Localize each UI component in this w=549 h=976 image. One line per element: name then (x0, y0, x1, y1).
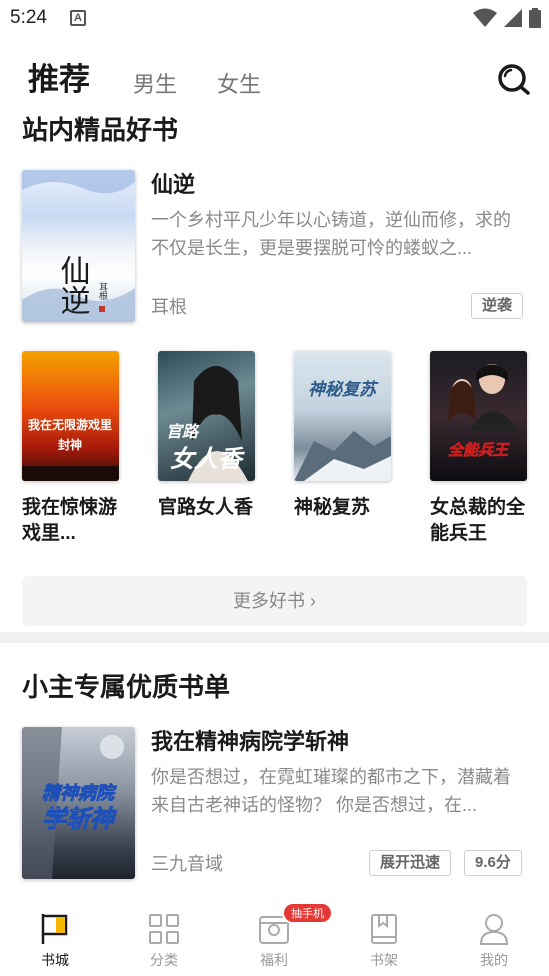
search-icon[interactable] (497, 62, 531, 96)
cover-title-text: 官路 (166, 422, 200, 441)
grid-book-cover-3[interactable]: 神秘复苏 (294, 351, 391, 481)
booklist-book-tag: 展开迅速 (369, 850, 452, 876)
booklist-book-title[interactable]: 我在精神病院学斩神 (151, 724, 349, 756)
battery-icon (529, 8, 541, 28)
nav-label-welfare: 福利 (260, 952, 288, 968)
cover-title-text: 神秘复苏 (308, 380, 379, 400)
bottom-nav: 书城 分类 福利 抽手机 书架 我的 (0, 900, 549, 976)
cover-title-text: 全能兵王 (448, 441, 510, 459)
featured-book-cover[interactable]: 仙逆 耳根 (22, 170, 135, 322)
section-title-featured: 站内精品好书 (22, 115, 179, 145)
nav-label-bookstore: 书城 (41, 952, 69, 968)
featured-book-author: 耳根 (151, 297, 187, 317)
grid-book-title-4[interactable]: 女总裁的全能兵王 (430, 495, 540, 547)
cover-title-text: 仙逆 (55, 255, 91, 315)
nav-label-bookshelf: 书架 (370, 952, 398, 968)
booklist-book-cover[interactable]: 精神病院 学斩神 (22, 727, 135, 879)
cover-subtitle-text: 女人香 (170, 444, 245, 473)
featured-book-title[interactable]: 仙逆 (151, 167, 195, 199)
cover-art: 神秘复苏 (294, 380, 391, 481)
tab-female[interactable]: 女生 (217, 67, 261, 99)
person-icon (479, 914, 509, 945)
cover-subtitle-text: 学斩神 (42, 805, 117, 833)
nav-label-category: 分类 (150, 952, 178, 968)
nav-item-bookstore[interactable]: 书城 (20, 912, 90, 970)
grid-book-title-1[interactable]: 我在惊悚游戏里... (22, 495, 132, 547)
welfare-badge: 抽手机 (282, 902, 333, 924)
grid-icon (149, 914, 179, 944)
header: 推荐 男生 女生 (0, 48, 549, 104)
section-divider (0, 632, 549, 643)
tab-recommend[interactable]: 推荐 (28, 54, 90, 99)
cover-art: 官路 女人香 (166, 366, 248, 481)
flag-icon (41, 914, 68, 944)
section-title-booklist: 小主专属优质书单 (22, 672, 231, 702)
booklist-book-description: 你是否想过，在霓虹璀璨的都市之下，潜藏着来自古老神话的怪物？ 你是否想过，在..… (151, 767, 511, 815)
cover-art: 仙逆 耳根 (22, 170, 135, 322)
featured-book-description: 一个乡村平凡少年以心铸道，逆仙而修，求的不仅是长生，更是要摆脱可怜的蝼蚁之... (151, 210, 511, 258)
grid-book-title-3[interactable]: 神秘复苏 (294, 495, 404, 521)
cover-art: 全能兵王 (448, 364, 518, 459)
cover-subtitle-text: 封神 (58, 437, 82, 452)
featured-book-tag: 逆袭 (471, 293, 524, 319)
grid-book-title-2[interactable]: 官路女人香 (158, 495, 268, 521)
cover-title-text: 精神病院 (42, 783, 117, 804)
notification-icon: A (70, 10, 86, 26)
grid-book-cover-4[interactable]: 全能兵王 (430, 351, 527, 481)
tab-male[interactable]: 男生 (133, 67, 177, 99)
cover-art: 精神病院 学斩神 (22, 727, 124, 879)
nav-item-bookshelf[interactable]: 书架 (349, 912, 419, 970)
signal-icon (504, 9, 522, 27)
cover-title-text: 我在无限游戏里 (28, 417, 112, 432)
more-books-button[interactable]: 更多好书 › (22, 576, 527, 626)
status-bar: 5:24 A (0, 0, 549, 38)
grid-book-cover-1[interactable]: 我在无限游戏里 封神 (22, 351, 119, 481)
status-time: 5:24 (10, 7, 47, 28)
status-icons (473, 8, 541, 28)
nav-label-mine: 我的 (480, 952, 508, 968)
bookshelf-icon (371, 914, 397, 944)
cover-author-text: 耳根 (97, 282, 108, 301)
wifi-icon (473, 8, 497, 27)
nav-item-welfare[interactable]: 福利 抽手机 (239, 902, 333, 970)
cover-art: 我在无限游戏里 封神 (22, 417, 119, 481)
nav-item-mine[interactable]: 我的 (459, 912, 529, 970)
booklist-book-rating: 9.6分 (464, 850, 522, 876)
nav-item-category[interactable]: 分类 (129, 912, 199, 970)
booklist-book-author: 三九音域 (151, 854, 223, 874)
grid-book-cover-2[interactable]: 官路 女人香 (158, 351, 255, 481)
